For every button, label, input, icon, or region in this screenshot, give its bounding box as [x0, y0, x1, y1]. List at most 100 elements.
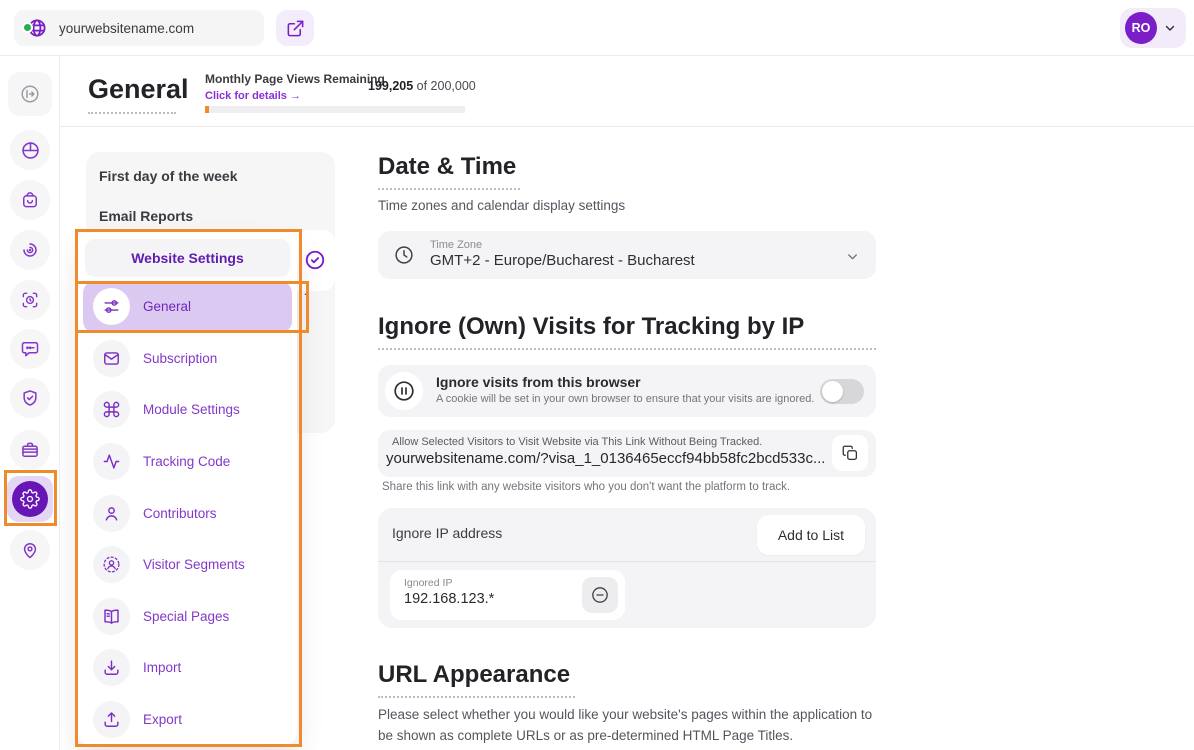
website-switcher[interactable]: yourwebsitename.com: [14, 10, 264, 46]
quota-numbers: 199,205 of 200,000: [368, 79, 476, 93]
ignore-browser-toggle[interactable]: [820, 379, 864, 404]
timezone-value: GMT+2 - Europe/Bucharest - Bucharest: [430, 252, 695, 269]
ignore-visits-underline: [378, 348, 876, 350]
company-briefcase-icon: [20, 440, 40, 460]
quota-details-link[interactable]: Click for details →: [205, 90, 301, 102]
ignored-ip-value: 192.168.123.*: [404, 591, 494, 607]
add-to-list-button[interactable]: Add to List: [757, 515, 865, 555]
settings-nav-label: Module Settings: [143, 402, 240, 417]
settings-nav-item-tracking-code[interactable]: Tracking Code: [78, 436, 297, 488]
open-website-button[interactable]: [276, 10, 314, 46]
rail-feedback-button[interactable]: [10, 329, 50, 369]
settings-nav-label: Tracking Code: [143, 454, 230, 469]
copy-link-button[interactable]: [832, 435, 868, 471]
book-icon: [93, 598, 130, 635]
rail-privacy-button[interactable]: [10, 378, 50, 418]
peek-ellipsis: ..: [299, 283, 308, 298]
settings-nav-item-general[interactable]: General: [83, 281, 292, 333]
page-title: General: [88, 74, 189, 105]
rail-company-button[interactable]: [10, 430, 50, 470]
dashboard-pie-icon: [20, 140, 41, 161]
website-name: yourwebsitename.com: [59, 21, 194, 36]
app-root: yourwebsitename.com RO: [0, 0, 1194, 750]
clock-icon: [393, 244, 415, 266]
website-settings-section-title[interactable]: Website Settings: [85, 239, 290, 277]
quota-progress-fill: [205, 106, 209, 113]
ignore-browser-row: Ignore visits from this browser A cookie…: [378, 365, 876, 417]
settings-nav-label: Contributors: [143, 506, 217, 521]
rail-settings-button[interactable]: [7, 476, 53, 522]
rail-location-button[interactable]: [10, 530, 50, 570]
header-divider: [60, 126, 1194, 127]
settings-nav-item-module-settings[interactable]: Module Settings: [78, 384, 297, 436]
session-scan-icon: [20, 290, 40, 310]
chevron-down-icon: [1163, 21, 1177, 35]
settings-nav-item-special-pages[interactable]: Special Pages: [78, 591, 297, 643]
ecommerce-bag-icon: [20, 190, 40, 210]
settings-nav-item-import[interactable]: Import: [78, 642, 297, 694]
ignore-ip-panel: Add to List Ignored IP 192.168.123.*: [378, 508, 876, 628]
date-time-heading: Date & Time: [378, 153, 516, 181]
rail-session-button[interactable]: [10, 280, 50, 320]
ignore-browser-title: Ignore visits from this browser: [436, 374, 641, 390]
date-time-subheading: Time zones and calendar display settings: [378, 198, 625, 213]
page-title-underline: [88, 112, 176, 114]
minus-circle-icon: [590, 585, 610, 605]
website-settings-items: General Subscription Module Settings Tra…: [78, 281, 297, 746]
location-pin-icon: [20, 540, 40, 560]
command-icon: [93, 391, 130, 428]
upload-icon: [93, 701, 130, 738]
rail-dashboard-button[interactable]: [10, 130, 50, 170]
settings-group-first-day[interactable]: First day of the week: [99, 168, 237, 184]
ignore-visits-heading: Ignore (Own) Visits for Tracking by IP: [378, 313, 804, 341]
tracking-link-url: yourwebsitename.com/?visa_1_0136465eccf9…: [386, 450, 825, 467]
tracking-exempt-link-box: Allow Selected Visitors to Visit Website…: [378, 430, 876, 477]
url-appearance-description: Please select whether you would like you…: [378, 704, 880, 746]
settings-nav-label: General: [143, 299, 191, 314]
settings-nav-item-contributors[interactable]: Contributors: [78, 487, 297, 539]
topbar: yourwebsitename.com RO: [0, 0, 1194, 56]
settings-nav-item-subscription[interactable]: Subscription: [78, 333, 297, 385]
sliders-icon: [93, 288, 130, 325]
check-circle-icon: [304, 249, 326, 271]
mail-icon: [93, 340, 130, 377]
module-rail: [0, 56, 60, 750]
settings-gear-icon: [12, 481, 48, 517]
rail-ecommerce-button[interactable]: [10, 180, 50, 220]
rail-behaviour-button[interactable]: [10, 230, 50, 270]
avatar: RO: [1125, 12, 1157, 44]
feedback-chat-icon: [20, 339, 40, 359]
user-icon: [93, 495, 130, 532]
ignore-ip-input[interactable]: [392, 525, 732, 541]
settings-nav-item-export[interactable]: Export: [78, 694, 297, 746]
tracking-link-label: Allow Selected Visitors to Visit Website…: [392, 436, 762, 448]
expand-sidebar-button[interactable]: [8, 72, 52, 116]
account-menu[interactable]: RO: [1120, 8, 1186, 48]
remove-ip-button[interactable]: [582, 577, 618, 613]
chevron-down-icon: [845, 249, 860, 264]
ignore-browser-desc: A cookie will be set in your own browser…: [436, 393, 814, 405]
pause-circle-icon: [385, 372, 423, 410]
ignored-ip-card: Ignored IP 192.168.123.*: [390, 570, 625, 620]
website-globe-icon: [22, 16, 50, 40]
quota-total: of 200,000: [413, 79, 476, 93]
privacy-shield-icon: [20, 388, 40, 408]
settings-nav-label: Visitor Segments: [143, 557, 245, 572]
website-settings-menu: Website Settings General Subscription Mo…: [78, 232, 297, 746]
toggle-knob: [822, 381, 843, 402]
url-appearance-heading: URL Appearance: [378, 661, 570, 689]
timezone-select[interactable]: Time Zone GMT+2 - Europe/Bucharest - Buc…: [378, 231, 876, 279]
settings-group-email-reports[interactable]: Email Reports: [99, 208, 193, 224]
settings-nav-label: Export: [143, 712, 182, 727]
settings-nav-label: Subscription: [143, 351, 217, 366]
settings-nav-label: Special Pages: [143, 609, 229, 624]
quota-progress-bar: [205, 106, 465, 113]
copy-icon: [841, 444, 859, 462]
ignored-ip-label: Ignored IP: [404, 577, 452, 589]
timezone-label: Time Zone: [430, 239, 482, 251]
behaviour-spiral-icon: [20, 240, 40, 260]
settings-nav-label: Import: [143, 660, 181, 675]
download-icon: [93, 649, 130, 686]
date-time-underline: [378, 188, 520, 190]
settings-nav-item-visitor-segments[interactable]: Visitor Segments: [78, 539, 297, 591]
